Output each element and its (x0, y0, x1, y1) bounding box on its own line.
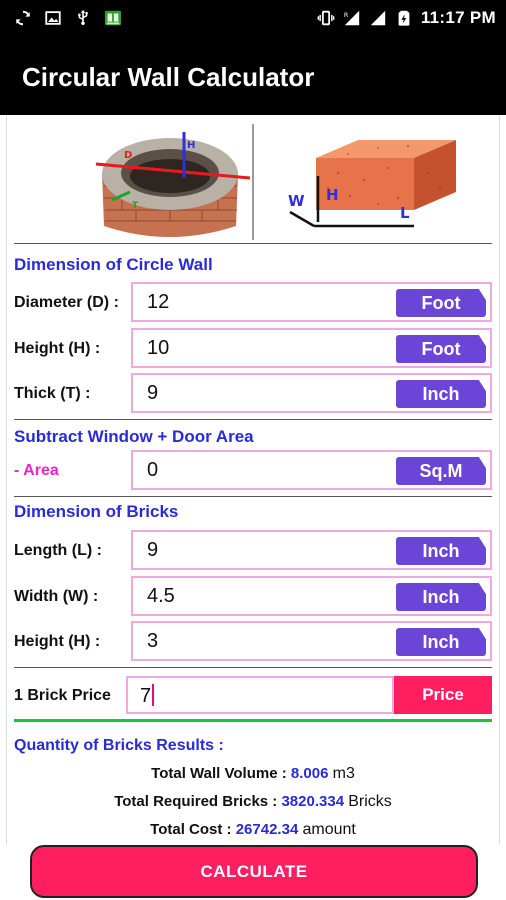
total-bricks-unit: Bricks (348, 793, 392, 810)
height-value[interactable]: 10 (147, 337, 169, 360)
battery-charging-icon (398, 10, 410, 26)
brick-height-field[interactable]: 3 Inch (131, 621, 492, 661)
image-icon (45, 11, 61, 25)
status-bar: R 11:17 PM (0, 0, 506, 38)
brick-price-input[interactable]: 7 (126, 676, 394, 714)
total-bricks-label: Total Required Bricks : (114, 793, 278, 810)
thick-unit-button[interactable]: Inch (396, 380, 486, 408)
brick-l-label: L (400, 204, 410, 222)
book-app-icon (104, 10, 122, 26)
total-volume-value: 8.006 (290, 765, 329, 782)
brick-height-label: Height (H) : (14, 633, 101, 650)
brick-w-label: W (288, 192, 305, 210)
brick-width-label: Width (W) : (14, 588, 99, 605)
wall-d-label: D (124, 150, 132, 161)
divider (14, 419, 492, 420)
brick-width-value[interactable]: 4.5 (147, 585, 175, 608)
total-cost-unit: amount (302, 821, 356, 838)
area-label: - Area (14, 462, 59, 479)
area-field[interactable]: 0 Sq.M (131, 450, 492, 490)
signal-r-icon: R (344, 10, 360, 26)
brick-width-field[interactable]: 4.5 Inch (131, 576, 492, 616)
diameter-field[interactable]: 12 Foot (131, 282, 492, 322)
brick-price-value[interactable]: 7 (140, 684, 155, 708)
results-section-title: Quantity of Bricks Results : (14, 737, 224, 754)
calculate-button[interactable]: CALCULATE (30, 845, 478, 898)
thick-label: Thick (T) : (14, 385, 91, 402)
total-cost-value: 26742.34 (235, 821, 299, 838)
usb-icon (78, 9, 88, 26)
total-bricks-value: 3820.334 (281, 793, 345, 810)
brick-width-unit-button[interactable]: Inch (396, 583, 486, 611)
wall-t-label: T (132, 201, 139, 211)
bricks-section-title: Dimension of Bricks (14, 502, 179, 521)
brick-price-label: 1 Brick Price (14, 687, 111, 704)
height-label: Height (H) : (14, 340, 101, 357)
brick-illustration: W H L (288, 140, 456, 228)
circle-wall-section-title: Dimension of Circle Wall (14, 255, 213, 274)
svg-text:R: R (344, 12, 349, 19)
brick-h-label: H (326, 186, 339, 204)
brick-length-unit-button[interactable]: Inch (396, 537, 486, 565)
area-unit-button[interactable]: Sq.M (396, 457, 486, 485)
signal-icon (370, 10, 386, 26)
status-time: 11:17 PM (420, 8, 496, 27)
brick-height-value[interactable]: 3 (147, 630, 158, 653)
app-bar: Circular Wall Calculator (0, 38, 506, 115)
results-divider (14, 719, 492, 722)
diameter-value[interactable]: 12 (147, 291, 169, 314)
brick-length-value[interactable]: 9 (147, 539, 158, 562)
area-value[interactable]: 0 (147, 459, 158, 482)
diameter-unit-button[interactable]: Foot (396, 289, 486, 317)
wall-h-label: H (187, 140, 195, 151)
divider (14, 243, 492, 244)
total-volume-result: Total Wall Volume : 8.006 m3 (14, 765, 492, 783)
height-unit-button[interactable]: Foot (396, 335, 486, 363)
total-cost-result: Total Cost : 26742.34 amount (14, 821, 492, 839)
brick-height-unit-button[interactable]: Inch (396, 628, 486, 656)
diameter-label: Diameter (D) : (14, 294, 119, 311)
total-volume-unit: m3 (332, 765, 355, 782)
total-cost-label: Total Cost : (150, 821, 232, 838)
thick-value[interactable]: 9 (147, 382, 158, 405)
illustration-divider (252, 124, 254, 240)
app-title: Circular Wall Calculator (22, 62, 315, 92)
total-bricks-result: Total Required Bricks : 3820.334 Bricks (14, 793, 492, 811)
subtract-section-title: Subtract Window + Door Area (14, 427, 254, 446)
brick-length-field[interactable]: 9 Inch (131, 530, 492, 570)
divider (14, 667, 492, 668)
total-volume-label: Total Wall Volume : (151, 765, 287, 782)
divider (14, 496, 492, 497)
sync-icon (16, 10, 30, 26)
text-cursor (152, 684, 155, 706)
brick-length-label: Length (L) : (14, 542, 102, 559)
thick-field[interactable]: 9 Inch (131, 373, 492, 413)
price-button[interactable]: Price (394, 676, 492, 714)
height-field[interactable]: 10 Foot (131, 328, 492, 368)
vibrate-icon (317, 10, 335, 26)
